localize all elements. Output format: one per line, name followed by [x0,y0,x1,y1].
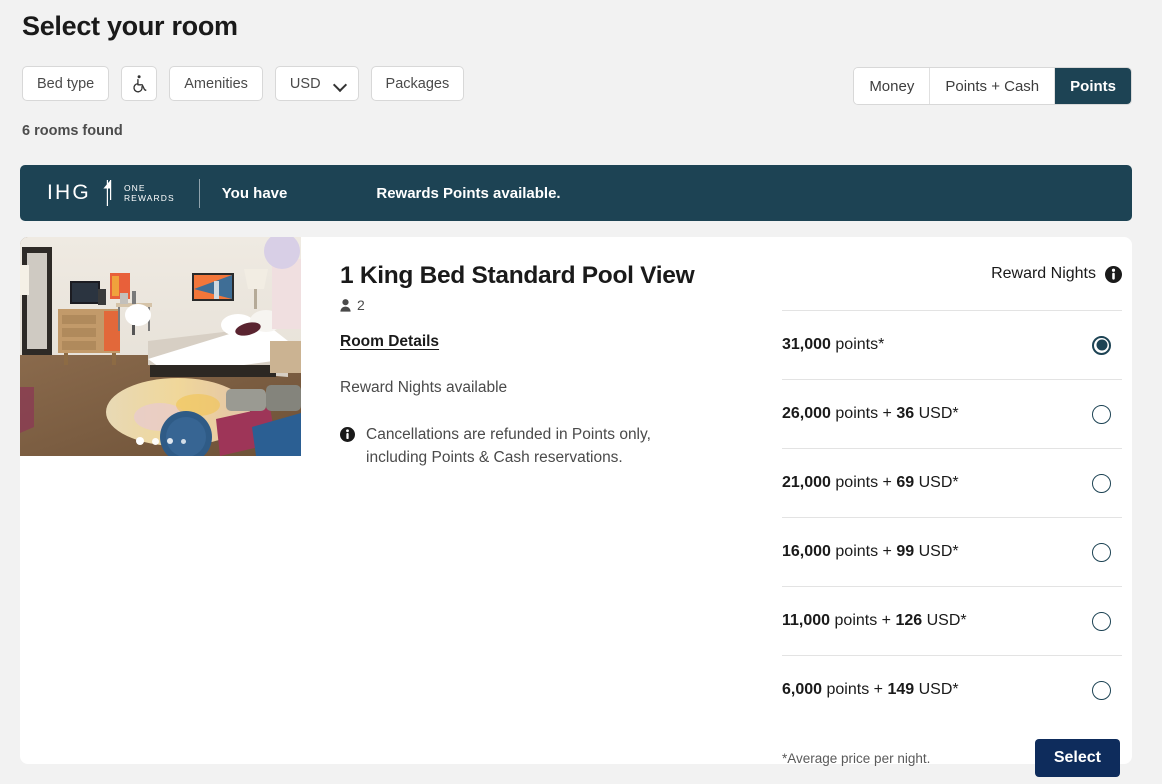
carousel-dot-3[interactable] [166,438,173,444]
room-info: 1 King Bed Standard Pool View 2 Room Det… [340,261,740,469]
price-label: 31,000 points* [782,336,885,353]
cancellation-note: Cancellations are refunded in Points onl… [340,423,700,469]
room-details-link[interactable]: Room Details [340,333,439,351]
banner-you-have-label: You have [221,184,288,202]
rooms-found-count: 6 rooms found [22,123,123,139]
price-row[interactable]: 31,000 points* [782,310,1122,379]
reward-nights-header: Reward Nights [782,261,1122,287]
page-title: Select your room [22,11,238,41]
ihg-one-rewards-logo: IHG ONE REWARDS [47,179,175,207]
carousel-dot-2[interactable] [151,437,159,445]
price-radio[interactable] [1092,404,1111,424]
price-row[interactable]: 16,000 points + 99 USD* [782,517,1122,586]
chevron-down-icon [334,80,347,88]
info-icon [340,423,355,447]
price-label: 6,000 points + 149 USD* [782,681,959,698]
banner-points-available: Rewards Points available. [376,184,561,202]
price-radio[interactable] [1092,335,1111,355]
person-icon [340,298,351,312]
price-radio[interactable] [1092,680,1111,700]
price-row[interactable]: 26,000 points + 36 USD* [782,379,1122,448]
toggle-points-cash[interactable]: Points + Cash [930,68,1056,104]
occupancy-count: 2 [357,297,365,313]
carousel-dots[interactable] [135,437,186,445]
reward-nights-label: Reward Nights [991,265,1096,282]
price-radio[interactable] [1092,611,1111,631]
banner-divider [198,178,200,208]
currency-value: USD [289,75,321,92]
average-price-note: *Average price per night. [782,750,931,766]
select-button[interactable]: Select [1034,739,1120,777]
filter-packages[interactable]: Packages [370,66,465,101]
filter-bed-type[interactable]: Bed type [22,66,110,101]
filter-accessibility[interactable] [121,66,158,101]
room-name: 1 King Bed Standard Pool View [340,262,695,289]
one-rewards-line2: REWARDS [123,193,175,203]
pricing-column: Reward Nights 31,000 points* 26,000 poin… [782,261,1122,777]
price-label: 21,000 points + 69 USD* [782,474,959,491]
price-row[interactable]: 11,000 points + 126 USD* [782,586,1122,655]
filter-amenities[interactable]: Amenities [169,66,263,101]
carousel-dot-1[interactable] [135,437,144,445]
filter-currency-select[interactable]: USD [274,66,359,101]
price-row[interactable]: 21,000 points + 69 USD* [782,448,1122,517]
toggle-money[interactable]: Money [854,68,931,104]
filter-bar: Bed type Amenities USD Packages [22,66,465,101]
reward-nights-info-icon[interactable] [1105,265,1122,283]
rate-type-toggle-group: Money Points + Cash Points [853,67,1132,105]
ihg-wordmark: IHG [47,181,91,204]
room-photo-carousel[interactable] [20,237,301,456]
room-photo-image [20,237,301,456]
room-selection-page: Select your room Bed type Amenities USD … [0,0,1162,784]
wheelchair-icon [130,74,149,93]
reward-nights-available-text: Reward Nights available [340,379,508,396]
toggle-points[interactable]: Points [1055,68,1131,104]
carousel-dot-4[interactable] [180,438,186,444]
price-label: 16,000 points + 99 USD* [782,543,959,560]
price-radio[interactable] [1092,473,1111,493]
price-label: 11,000 points + 126 USD* [782,612,967,629]
price-row[interactable]: 6,000 points + 149 USD* [782,655,1122,724]
rewards-banner: IHG ONE REWARDS You have Rewards Points … [20,165,1132,221]
price-rows: 31,000 points* 26,000 points + 36 USD* 2… [782,310,1122,724]
pricing-footer: *Average price per night. Select [782,739,1122,777]
ihg-mark-icon [100,179,115,207]
one-rewards-text: ONE REWARDS [124,183,175,203]
cancellation-note-text: Cancellations are refunded in Points onl… [366,426,651,466]
room-card: 1 King Bed Standard Pool View 2 Room Det… [20,237,1132,777]
room-occupancy: 2 [340,297,740,313]
price-label: 26,000 points + 36 USD* [782,405,959,422]
one-rewards-line1: ONE [123,183,146,193]
price-radio[interactable] [1092,542,1111,562]
